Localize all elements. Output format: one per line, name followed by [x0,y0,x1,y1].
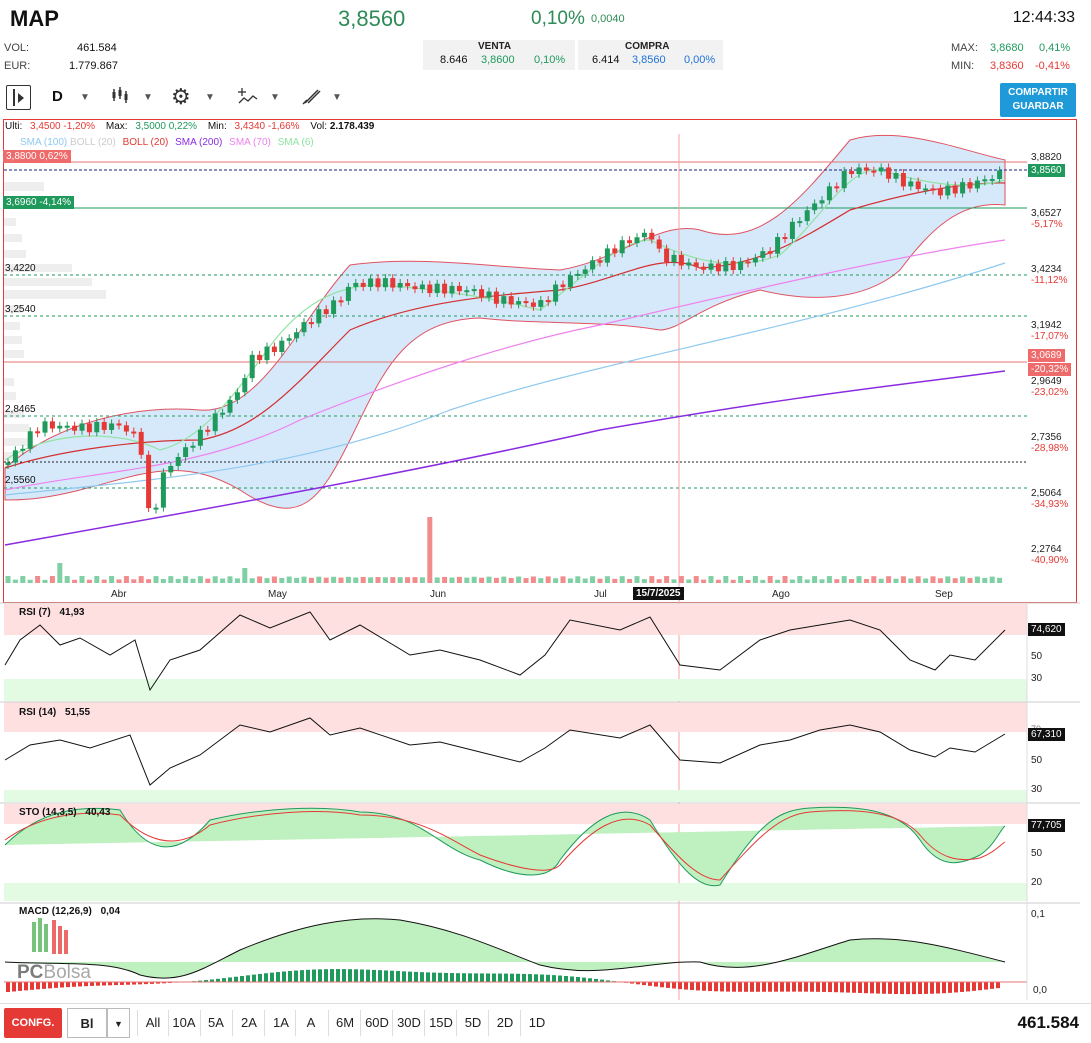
current-price-tag: 3,8560 [1028,164,1065,177]
month-label: May [268,589,287,600]
range-button-1a[interactable]: 1A [266,1008,296,1038]
price-axis-value: 2,9649 [1031,376,1062,387]
range-button-1d[interactable]: 1D [522,1008,552,1038]
price-axis-value: 3,1942 [1031,320,1062,331]
range-button-10a[interactable]: 10A [170,1008,198,1038]
rsi7-level-30: 30 [1031,673,1043,684]
config-button[interactable]: CONFG. [4,1008,62,1038]
price-axis-pct: -28,98% [1031,443,1069,454]
macd-top-level: 0,1 [1031,909,1045,920]
price-axis-value: 2,2764 [1031,544,1062,555]
price-axis-pct: -11,12% [1031,275,1068,286]
sto-value-tag: 77,705 [1028,819,1065,832]
range-button-5d[interactable]: 5D [458,1008,488,1038]
range-button-2a[interactable]: 2A [234,1008,264,1038]
price-axis-value: 3,8820 [1031,152,1062,163]
month-label: Abr [111,589,127,600]
low-level-pct-tag: -20,32% [1028,363,1072,376]
range-button-a[interactable]: A [297,1008,325,1038]
price-axis-value: 2,5064 [1031,488,1062,499]
rsi7-value-tag: 74,620 [1028,623,1065,636]
rsi14-level-30: 30 [1031,784,1043,795]
price-axis-pct: -5,17% [1031,219,1063,230]
bottom-volume: 461.584 [1017,1013,1079,1032]
level-label: 3,2540 [5,304,36,315]
chart-mode-select[interactable]: Bl [67,1008,107,1038]
macd-line [4,918,1006,979]
month-label: Jun [430,589,447,600]
support-tag: 3,6960 -4,14% [3,196,75,209]
sto-label: STO (14,3,5) 40,43 [19,807,111,818]
rsi7-level-50: 50 [1031,651,1043,662]
range-button-all[interactable]: All [139,1008,167,1038]
sto-level-50: 50 [1031,848,1043,859]
bollinger-band [4,134,1006,509]
month-label: Jul [594,589,607,600]
month-label: Ago [772,589,790,600]
rsi14-value-tag: 67,310 [1028,728,1065,741]
range-button-6m[interactable]: 6M [330,1008,360,1038]
low-level-tag: 3,0689 [1028,349,1065,362]
range-button-60d[interactable]: 60D [362,1008,392,1038]
price-axis-value: 3,4234 [1031,264,1062,275]
price-axis-pct: -34,93% [1031,499,1069,510]
price-axis-value: 3,6527 [1031,208,1062,219]
high-tag: 3,8800 0,62% [3,150,71,163]
price-axis-pct: -40,90% [1031,555,1069,566]
level-label: 2,8465 [5,404,36,415]
sto-level-20: 20 [1031,877,1043,888]
watermark-text: PCBolsa [17,962,91,983]
rsi14-label: RSI (14) 51,55 [19,707,91,718]
range-button-15d[interactable]: 15D [426,1008,456,1038]
price-axis-pct: -23,02% [1031,387,1069,398]
chevron-down-icon[interactable]: ▼ [107,1008,130,1038]
macd-zero-level: 0,0 [1033,985,1047,996]
price-axis-value: 2,7356 [1031,432,1062,443]
level-label: 3,4220 [5,263,36,274]
pcbolsa-logo [30,918,76,963]
range-button-30d[interactable]: 30D [394,1008,424,1038]
cursor-date-tag: 15/7/2025 [633,587,684,600]
range-button-2d[interactable]: 2D [490,1008,520,1038]
volume-bars [5,517,1003,583]
chart-canvas [0,134,1080,1000]
level-label: 2,5560 [5,475,36,486]
price-axis-pct: -17,07% [1031,331,1069,342]
macd-label: MACD (12,26,9) 0,04 [19,906,121,917]
rsi7-label: RSI (7) 41,93 [19,607,85,618]
month-label: Sep [935,589,953,600]
rsi14-level-50: 50 [1031,755,1043,766]
range-button-5a[interactable]: 5A [202,1008,230,1038]
